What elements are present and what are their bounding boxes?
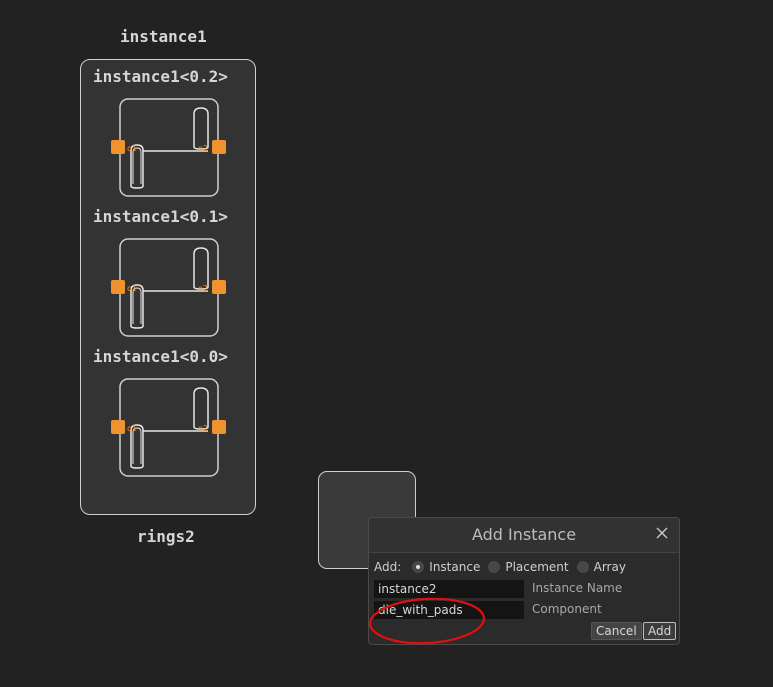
array-group-title: instance1 xyxy=(120,27,207,46)
radio-label-array: Array xyxy=(593,560,626,574)
cancel-button[interactable]: Cancel xyxy=(591,622,642,640)
port-label-o1: o1 xyxy=(127,424,137,433)
component-instance-0-2[interactable]: o1 o2 xyxy=(110,98,230,198)
port-label-o2: o2 xyxy=(198,144,208,153)
port-label-o1: o1 xyxy=(127,144,137,153)
add-type-label: Add: xyxy=(374,560,402,574)
component-instance-0-0[interactable]: o1 o2 xyxy=(110,378,230,478)
radio-option-instance[interactable]: Instance xyxy=(412,560,480,574)
add-button[interactable]: Add xyxy=(643,622,677,640)
port-label-o2: o2 xyxy=(198,424,208,433)
radio-button-instance[interactable] xyxy=(412,561,425,573)
add-instance-dialog: Add Instance Add: Instance Placement Arr… xyxy=(368,517,680,645)
layout-canvas[interactable]: instance1 instance1<0.2> o1 o2 instance1… xyxy=(0,0,773,687)
port-label-o2: o2 xyxy=(198,284,208,293)
component-instance-0-1[interactable]: o1 o2 xyxy=(110,238,230,338)
radio-button-placement[interactable] xyxy=(488,561,501,573)
radio-button-array[interactable] xyxy=(576,561,589,573)
component-label: Component xyxy=(532,602,602,616)
close-icon[interactable] xyxy=(653,524,671,542)
instance-name-label: Instance Name xyxy=(532,581,623,595)
port-o1[interactable] xyxy=(111,280,125,294)
port-o2[interactable] xyxy=(212,280,226,294)
radio-label-placement: Placement xyxy=(505,560,569,574)
port-o1[interactable] xyxy=(111,420,125,434)
instance-label-0-0: instance1<0.0> xyxy=(93,347,228,366)
dialog-header[interactable]: Add Instance xyxy=(369,518,679,553)
add-type-row: Add: Instance Placement Array xyxy=(374,560,634,574)
instance-label-0-2: instance1<0.2> xyxy=(93,67,228,86)
instance-label-0-1: instance1<0.1> xyxy=(93,207,228,226)
instance-name-input[interactable] xyxy=(374,580,524,598)
radio-option-placement[interactable]: Placement xyxy=(488,560,569,574)
port-o2[interactable] xyxy=(212,140,226,154)
dialog-title: Add Instance xyxy=(471,525,577,544)
array-group-subtitle: rings2 xyxy=(137,527,195,546)
port-o2[interactable] xyxy=(212,420,226,434)
radio-option-array[interactable]: Array xyxy=(576,560,626,574)
radio-label-instance: Instance xyxy=(429,560,481,574)
component-input[interactable] xyxy=(374,601,524,619)
port-o1[interactable] xyxy=(111,140,125,154)
port-label-o1: o1 xyxy=(127,284,137,293)
